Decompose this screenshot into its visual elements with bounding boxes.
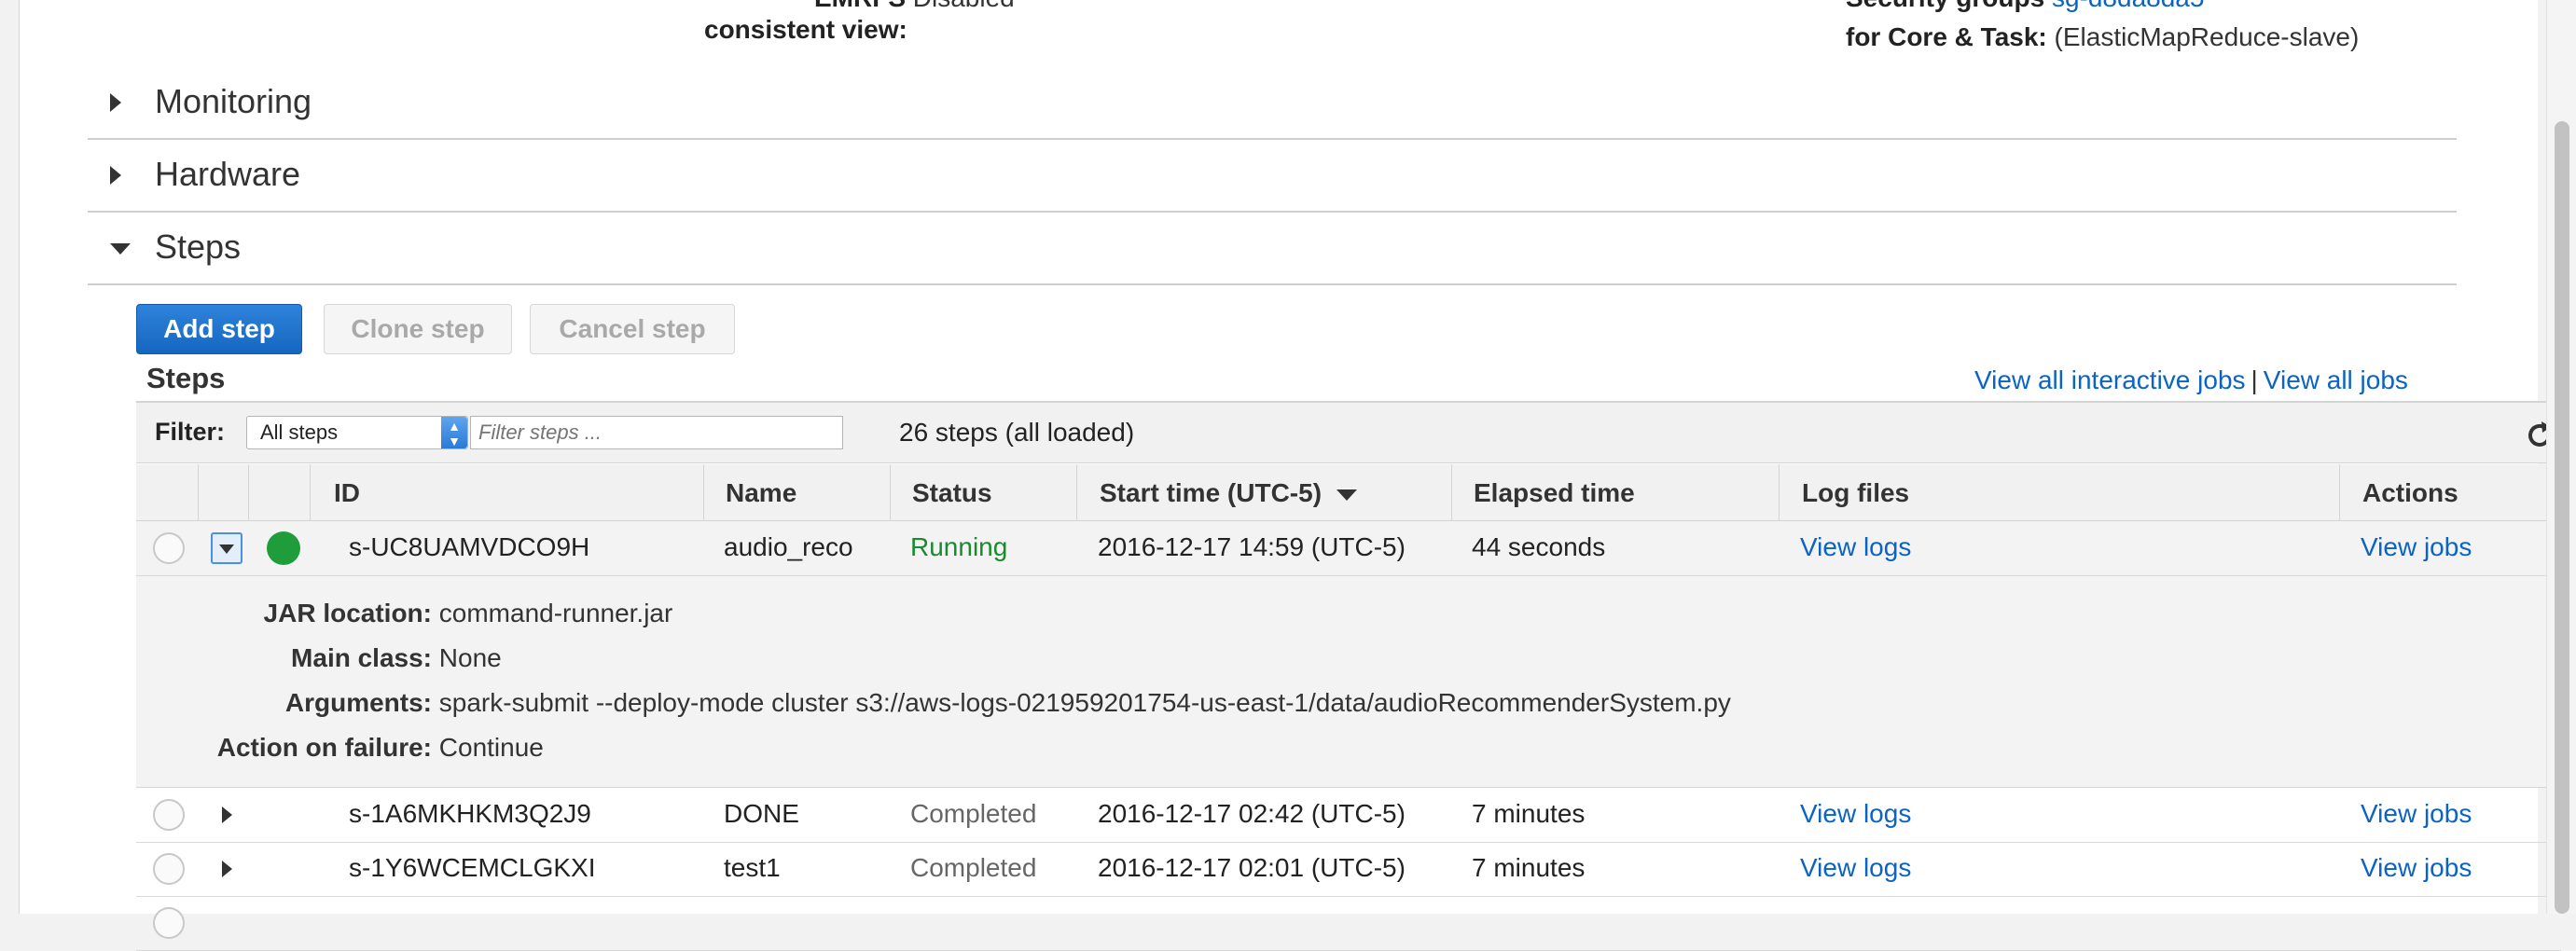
security-groups-label: Security groups	[1846, 0, 2044, 12]
view-all-jobs-link[interactable]: View all jobs	[2264, 365, 2408, 394]
security-group-link[interactable]: sg-d8da8da5	[2052, 0, 2204, 12]
filter-select-value: All steps	[260, 420, 339, 444]
cluster-details-page: EMRFS Disabled consistent view: Security…	[19, 0, 2561, 951]
step-start-time: 2016-12-17 02:01 (UTC-5)	[1098, 853, 1406, 882]
column-header-status[interactable]: Status	[912, 478, 992, 508]
detail-jar-location: JAR location: command-runner.jar	[136, 599, 673, 628]
row-select-radio[interactable]	[153, 532, 185, 564]
detail-main-class: Main class: None	[136, 643, 502, 673]
emrfs-summary: EMRFS Disabled	[814, 0, 1015, 13]
column-header-log-files[interactable]: Log files	[1802, 478, 1909, 508]
step-name: test1	[724, 853, 781, 882]
vertical-scrollbar[interactable]	[2546, 0, 2576, 914]
step-id: s-1Y6WCEMCLGKXI	[349, 853, 596, 882]
column-header-actions[interactable]: Actions	[2362, 478, 2458, 508]
consistent-view-label: consistent view:	[704, 15, 907, 44]
step-name: DONE	[724, 799, 799, 828]
filter-steps-input[interactable]	[470, 416, 843, 449]
job-links: View all interactive jobs | View all jobs	[1974, 365, 2408, 395]
detail-label: Arguments:	[284, 688, 432, 717]
running-status-icon	[267, 531, 300, 565]
table-row[interactable]: s-1A6MKHKM3Q2J9 DONE Completed 2016-12-1…	[136, 788, 2561, 843]
step-id: s-UC8UAMVDCO9H	[349, 532, 590, 561]
step-elapsed: 7 minutes	[1472, 799, 1586, 828]
step-id: s-1A6MKHKM3Q2J9	[349, 799, 591, 828]
row-select-radio[interactable]	[153, 799, 185, 831]
steps-table: Filter: All steps ▲▼ 26 steps (all loade…	[136, 401, 2561, 951]
detail-value: spark-submit --deploy-mode cluster s3://…	[438, 688, 1731, 717]
collapse-row-icon	[219, 544, 234, 554]
view-logs-link[interactable]: View logs	[1800, 532, 1911, 562]
expand-arrow-icon[interactable]	[110, 93, 121, 112]
row-select-radio[interactable]	[153, 853, 185, 885]
detail-arguments: Arguments: spark-submit --deploy-mode cl…	[136, 688, 1731, 718]
collapse-arrow-icon[interactable]	[110, 243, 131, 255]
view-interactive-jobs-link[interactable]: View all interactive jobs	[1974, 365, 2246, 394]
select-stepper-icon[interactable]: ▲ ▼	[441, 417, 467, 448]
table-row[interactable]: s-UC8UAMVDCO9H audio_reco Running 2016-1…	[136, 521, 2561, 576]
section-monitoring[interactable]: Monitoring	[88, 65, 2457, 140]
core-task-summary: for Core & Task: (ElasticMapReduce-slave…	[1846, 22, 2359, 52]
row-select-radio[interactable]	[153, 907, 185, 939]
view-jobs-link[interactable]: View jobs	[2361, 799, 2472, 829]
section-hardware[interactable]: Hardware	[88, 138, 2457, 213]
row-expander[interactable]	[211, 532, 242, 564]
view-jobs-link[interactable]: View jobs	[2361, 532, 2472, 562]
section-title-steps[interactable]: Steps	[155, 227, 241, 267]
step-filter-select[interactable]: All steps ▲ ▼	[246, 416, 468, 449]
detail-label: Action on failure:	[216, 733, 432, 762]
detail-value: Continue	[438, 733, 544, 762]
view-logs-link[interactable]: View logs	[1800, 799, 1911, 829]
column-header-name[interactable]: Name	[726, 478, 796, 508]
view-jobs-link[interactable]: View jobs	[2361, 853, 2472, 883]
sort-descending-icon[interactable]	[1336, 489, 1358, 501]
core-task-label: for Core & Task:	[1846, 22, 2047, 51]
expand-arrow-icon[interactable]	[110, 166, 121, 185]
column-header-id[interactable]: ID	[334, 478, 360, 508]
cancel-step-button[interactable]: Cancel step	[530, 304, 735, 354]
section-title-hardware[interactable]: Hardware	[155, 155, 300, 194]
scrollbar-thumb[interactable]	[2555, 121, 2569, 914]
filter-label: Filter:	[155, 418, 226, 446]
steps-count: 26 steps (all loaded)	[899, 418, 1135, 447]
step-details-panel: JAR location: command-runner.jar Main cl…	[136, 576, 2561, 788]
view-logs-link[interactable]: View logs	[1800, 853, 1911, 883]
detail-label: JAR location:	[263, 599, 432, 627]
emrfs-value: Disabled	[913, 0, 1015, 12]
section-title-monitoring[interactable]: Monitoring	[155, 82, 312, 121]
table-row[interactable]: s-1Y6WCEMCLGKXI test1 Completed 2016-12-…	[136, 842, 2561, 897]
table-row[interactable]	[136, 896, 2561, 951]
detail-value: command-runner.jar	[438, 599, 673, 627]
core-task-value: (ElasticMapReduce-slave)	[2054, 22, 2360, 51]
emrfs-label: EMRFS	[814, 0, 906, 12]
step-status: Completed	[910, 799, 1037, 828]
step-status: Completed	[910, 853, 1037, 882]
add-step-button[interactable]: Add step	[136, 304, 302, 354]
step-elapsed: 7 minutes	[1472, 853, 1586, 882]
expand-row-icon[interactable]	[222, 861, 232, 877]
column-header-start-time[interactable]: Start time (UTC-5)	[1100, 478, 1358, 508]
security-groups-summary: Security groups sg-d8da8da5	[1846, 0, 2204, 13]
step-start-time: 2016-12-17 14:59 (UTC-5)	[1098, 532, 1406, 561]
step-elapsed: 44 seconds	[1472, 532, 1606, 561]
section-steps[interactable]: Steps	[88, 211, 2457, 285]
detail-action-on-failure: Action on failure: Continue	[136, 733, 544, 763]
expand-row-icon[interactable]	[222, 806, 232, 823]
detail-value: None	[438, 643, 502, 672]
step-name: audio_reco	[724, 532, 853, 561]
column-header-elapsed[interactable]: Elapsed time	[1474, 478, 1635, 508]
step-status: Running	[910, 532, 1008, 561]
steps-table-heading: Steps	[146, 362, 226, 394]
filter-bar: Filter: All steps ▲▼ 26 steps (all loade…	[136, 403, 2561, 463]
detail-label: Main class:	[291, 643, 432, 672]
step-start-time: 2016-12-17 02:42 (UTC-5)	[1098, 799, 1406, 828]
clone-step-button[interactable]: Clone step	[324, 304, 512, 354]
link-separator: |	[2251, 365, 2258, 394]
table-header-row: ID Name Status Start time (UTC-5) Elapse…	[136, 464, 2561, 521]
